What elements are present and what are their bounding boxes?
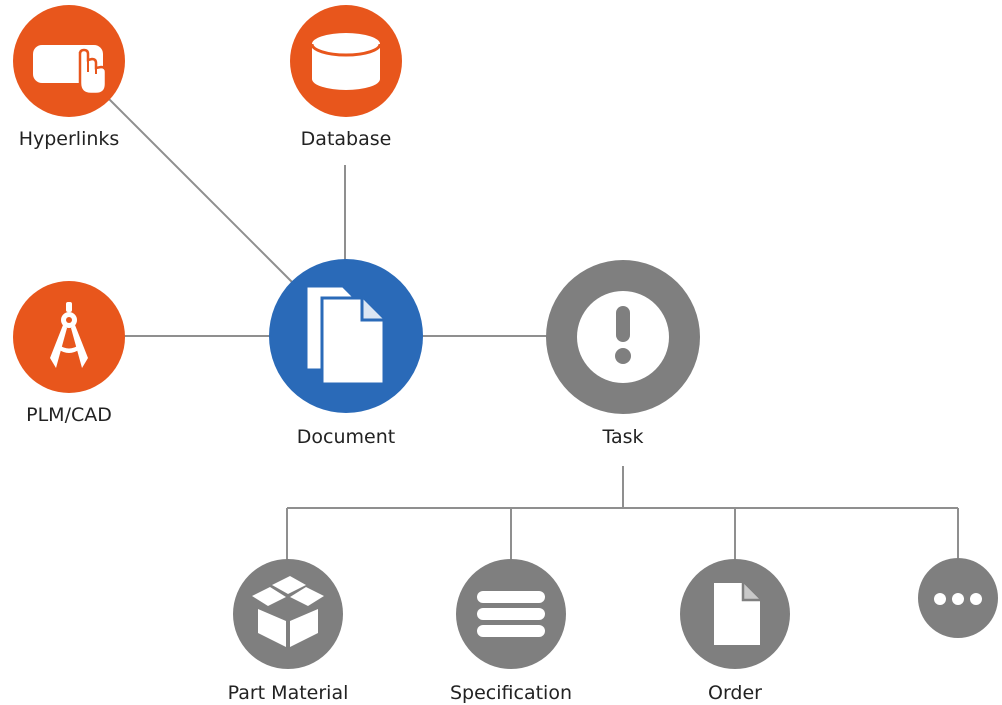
plm-cad-label: PLM/CAD [26,404,112,426]
part-material-label: Part Material [227,682,349,704]
database-cylinder-icon [310,33,382,90]
specification-label: Specification [450,682,572,704]
hyperlinks-node [13,5,125,117]
exclamation-icon [615,306,631,364]
database-label: Database [300,128,392,150]
order-label: Order [708,682,762,704]
lines-list-icon [477,591,545,637]
connectors [107,97,959,560]
relationship-diagram [13,5,998,669]
document-node[interactable] [269,259,423,413]
more-dots-icon [934,593,982,605]
task-node[interactable] [546,260,700,414]
order-node[interactable] [680,559,790,669]
document-label: Document [296,426,396,448]
database-node [290,5,402,117]
task-label: Task [602,426,644,448]
specification-node[interactable] [456,559,566,669]
more-node[interactable] [918,558,998,638]
connector-hyperlinks-document [107,97,294,284]
part-material-node[interactable] [233,559,343,669]
plm-cad-node [13,281,125,393]
hyperlinks-label: Hyperlinks [18,128,120,150]
